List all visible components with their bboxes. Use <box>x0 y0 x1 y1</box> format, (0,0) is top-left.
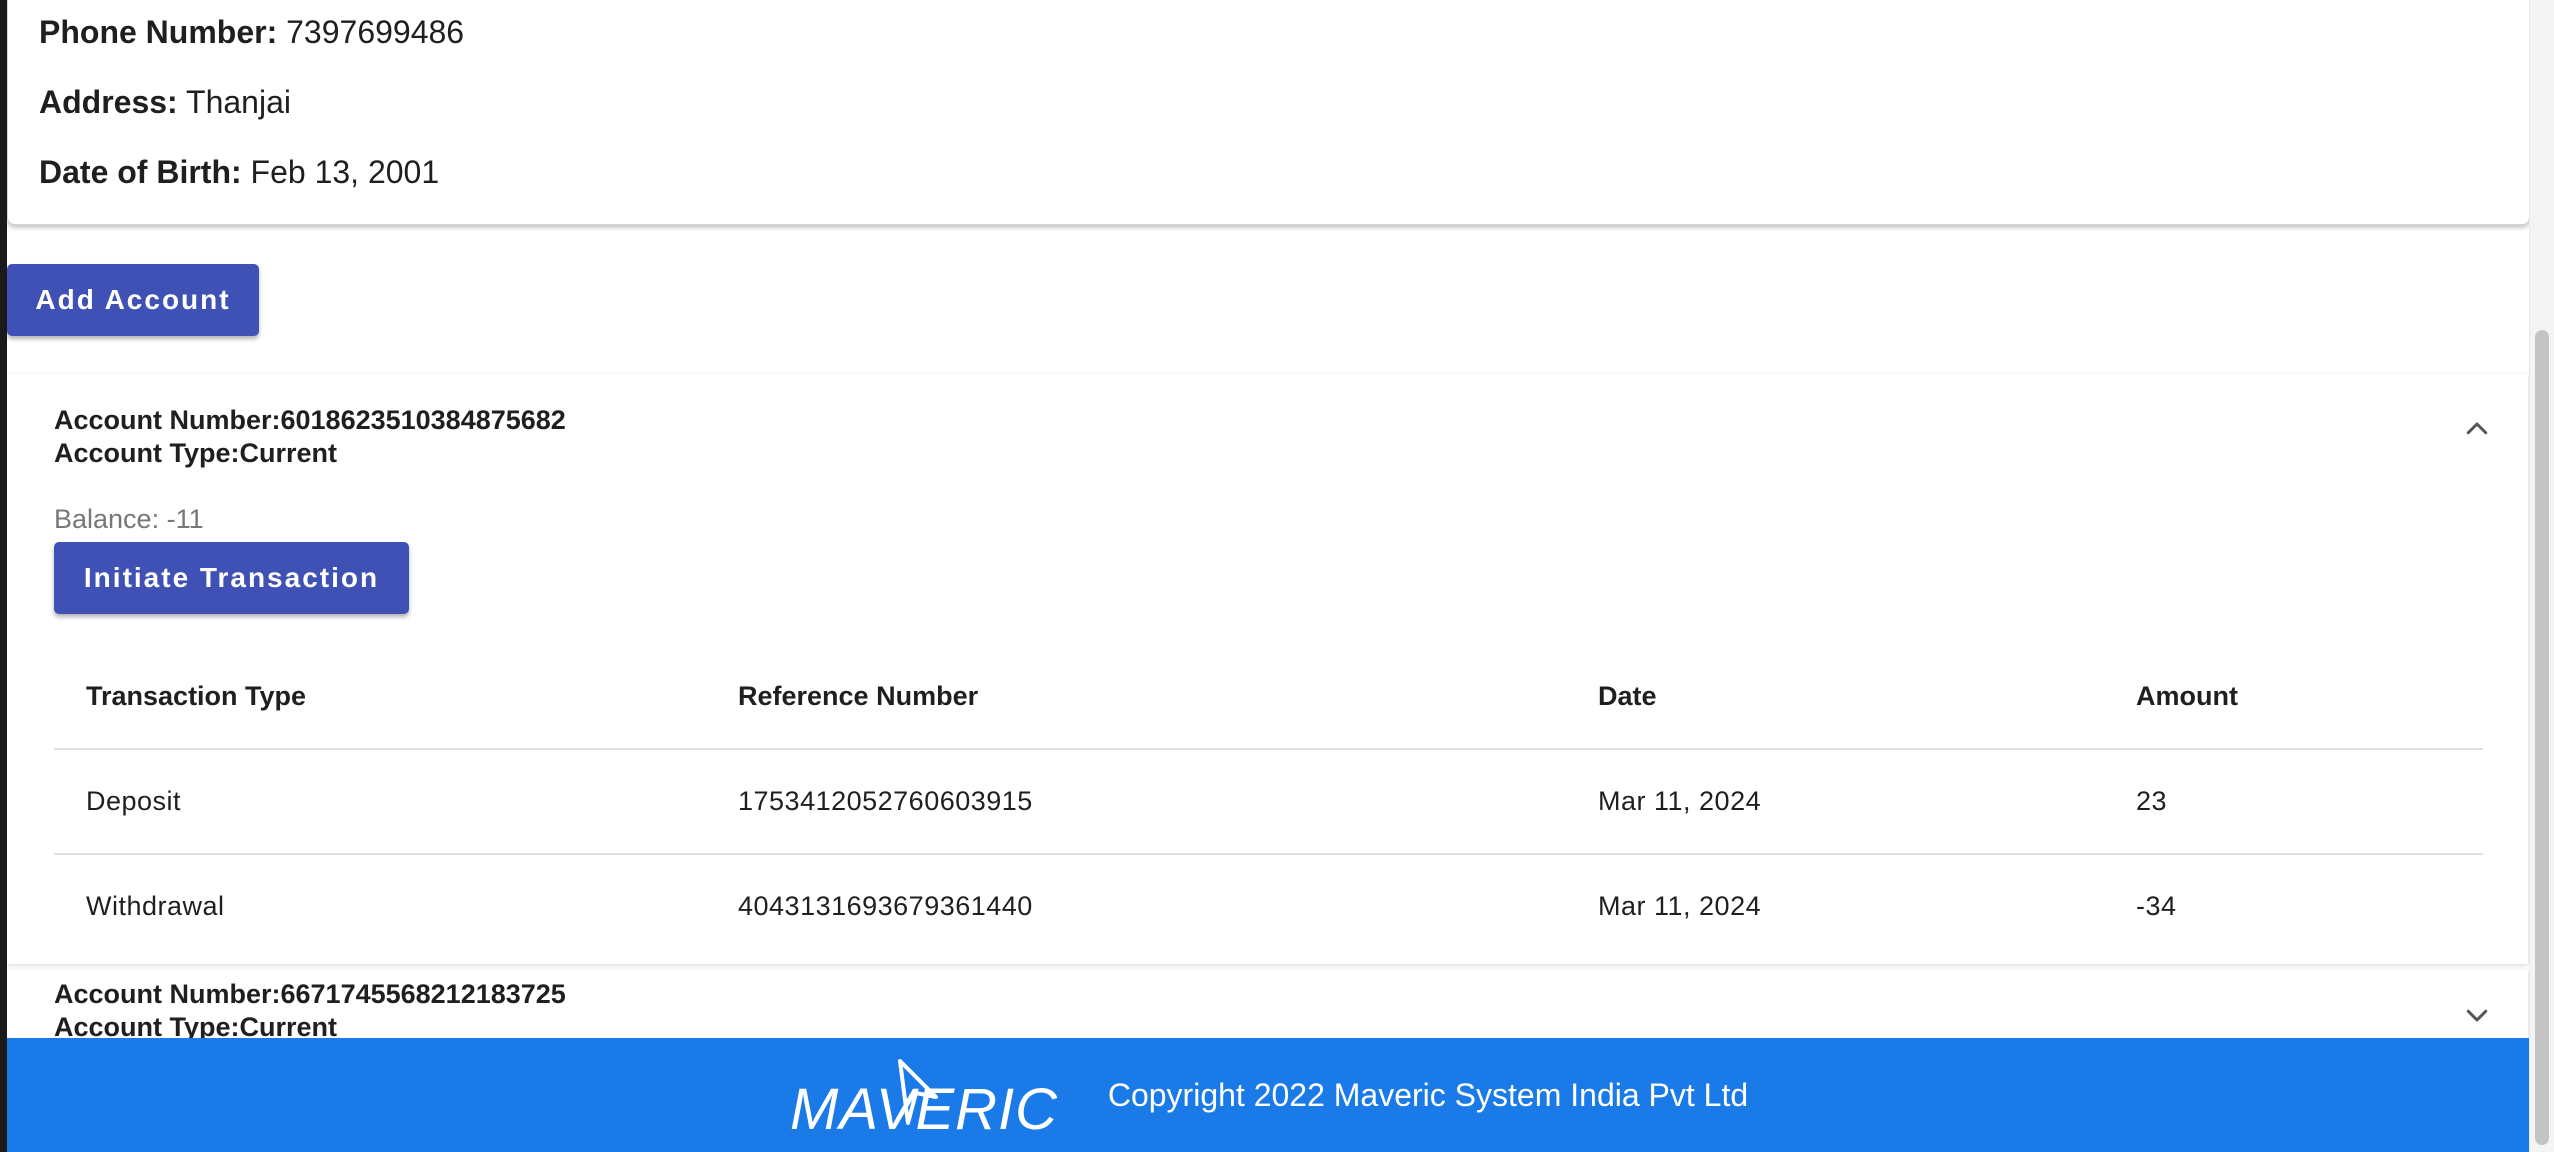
date-of-birth-row: Date of Birth: Feb 13, 2001 <box>39 154 439 191</box>
cell-reference-number: 4043131693679361440 <box>738 891 1033 921</box>
add-account-button[interactable]: Add Account <box>7 264 259 336</box>
table-row: Withdrawal 4043131693679361440 Mar 11, 2… <box>54 854 2483 958</box>
window-left-edge <box>0 0 7 1152</box>
initiate-transaction-button[interactable]: Initiate Transaction <box>54 542 409 614</box>
copyright-text: Copyright 2022 Maveric System India Pvt … <box>1107 1076 1749 1113</box>
scrollbar-thumb[interactable] <box>2535 330 2549 1145</box>
cell-transaction-type: Deposit <box>54 749 706 855</box>
address-label: Address: <box>39 84 178 120</box>
column-header-reference-number: Reference Number <box>706 644 1566 750</box>
account-panel-header[interactable]: Account Number:6671745568212183725 Accou… <box>54 978 566 1044</box>
phone-number-row: Phone Number: 7397699486 <box>39 14 464 51</box>
phone-number-value: 7397699486 <box>286 14 465 50</box>
vertical-scrollbar[interactable] <box>2529 0 2554 1152</box>
cell-reference-number: 1753412052760603915 <box>706 749 1566 855</box>
cell-date: Mar 11, 2024 <box>1598 891 1762 921</box>
table-header-row: Transaction Type Reference Number Date A… <box>54 644 2483 750</box>
account-panel-expanded: Account Number:6018623510384875682 Accou… <box>7 374 2528 964</box>
account-panel-header[interactable]: Account Number:6018623510384875682 Accou… <box>54 404 566 470</box>
account-number: Account Number:6018623510384875682 <box>54 405 566 435</box>
account-number: Account Number:6671745568212183725 <box>54 979 566 1009</box>
chevron-up-icon[interactable] <box>2462 414 2492 444</box>
customer-details-card: Phone Number: 7397699486 Address: Thanja… <box>7 0 2529 225</box>
date-of-birth-label: Date of Birth: <box>39 154 242 190</box>
account-balance: Balance: -11 <box>54 504 204 534</box>
column-header-amount: Amount <box>2104 644 2483 750</box>
footer: MAVERIC Copyright 2022 Maveric System In… <box>7 1038 2529 1152</box>
cell-amount: -34 <box>2136 891 2177 921</box>
cell-amount: 23 <box>2104 749 2483 855</box>
address-row: Address: Thanjai <box>39 84 291 121</box>
address-value: Thanjai <box>186 84 291 120</box>
phone-number-label: Phone Number: <box>39 14 278 50</box>
column-header-date: Date <box>1566 644 2104 750</box>
chevron-down-icon[interactable] <box>2462 1000 2492 1030</box>
cell-transaction-type: Withdrawal <box>86 891 225 921</box>
footer-content: MAVERIC Copyright 2022 Maveric System In… <box>788 1053 1748 1137</box>
cell-date: Mar 11, 2024 <box>1566 749 2104 855</box>
maveric-logo-text: MAVERIC <box>790 1077 1058 1137</box>
transactions-table: Transaction Type Reference Number Date A… <box>54 644 2483 958</box>
date-of-birth-value: Feb 13, 2001 <box>250 154 440 190</box>
column-header-transaction-type: Transaction Type <box>54 644 706 750</box>
main-content: Phone Number: 7397699486 Address: Thanja… <box>7 0 2529 1152</box>
table-row: Deposit 1753412052760603915 Mar 11, 2024… <box>54 749 2483 855</box>
account-type: Account Type:Current <box>54 438 338 468</box>
maveric-logo: MAVERIC <box>790 1059 1058 1137</box>
